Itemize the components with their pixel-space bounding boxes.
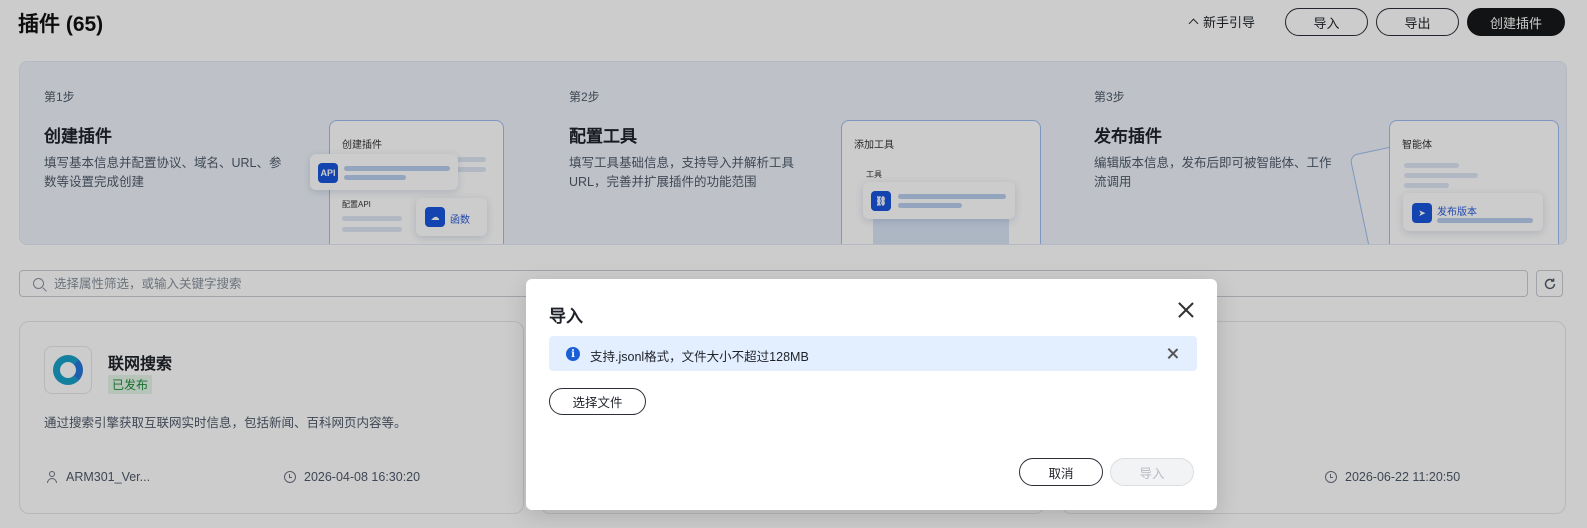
info-alert: i 支持.jsonl格式，文件大小不超过128MB xyxy=(549,336,1197,371)
alert-close-icon[interactable] xyxy=(1166,347,1179,360)
confirm-import-button[interactable]: 导入 xyxy=(1110,458,1194,486)
choose-file-button[interactable]: 选择文件 xyxy=(549,388,646,415)
close-icon[interactable] xyxy=(1176,300,1196,320)
dialog-title: 导入 xyxy=(549,307,583,326)
alert-text: 支持.jsonl格式，文件大小不超过128MB xyxy=(590,350,809,364)
info-icon: i xyxy=(566,347,580,361)
import-dialog: 导入 i 支持.jsonl格式，文件大小不超过128MB 选择文件 取消 导入 xyxy=(526,279,1217,510)
cancel-button[interactable]: 取消 xyxy=(1019,458,1103,486)
